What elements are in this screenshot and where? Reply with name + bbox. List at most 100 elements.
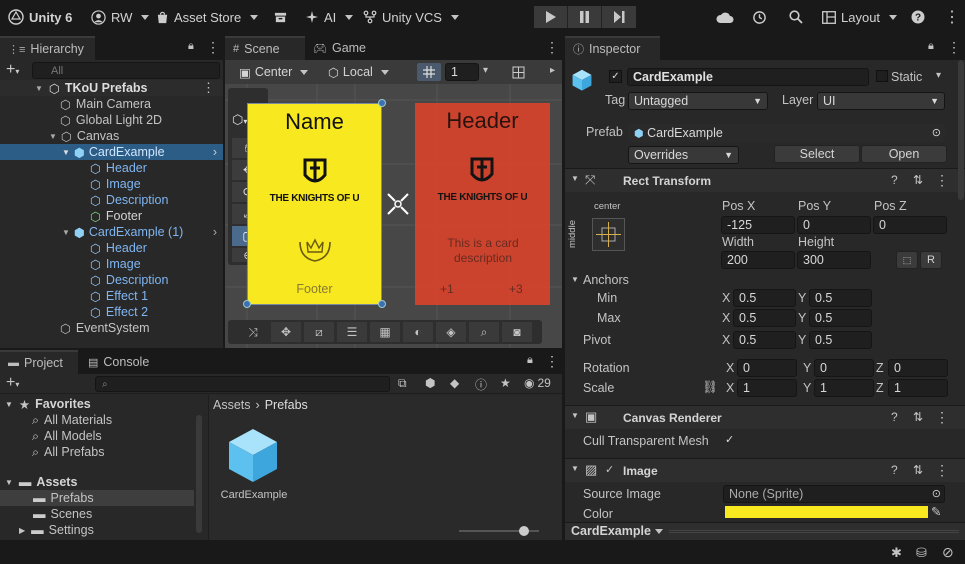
hierarchy-search-input[interactable]: All [32, 62, 220, 79]
tab-game[interactable]: 🎮︎ Game [305, 36, 375, 60]
space-mode-dropdown[interactable]: ⬡ Local [328, 63, 389, 81]
lock-icon[interactable]: 🔒︎ [527, 354, 533, 367]
pos-z-field[interactable]: 0 [873, 216, 947, 234]
zoom-slider-thumb[interactable] [519, 526, 529, 536]
layout-dropdown[interactable]: Layout [822, 0, 897, 34]
hierarchy-item-cardexample[interactable]: ▼ ⬢ CardExample › [0, 144, 223, 160]
tree-scrollbar[interactable] [196, 415, 202, 533]
favorite-item[interactable]: ⌕ All Models [0, 428, 206, 444]
component-more-icon[interactable]: ⋮ [935, 409, 949, 426]
inspector-more-icon[interactable]: ⋮ [947, 39, 961, 56]
breadcrumb-root[interactable]: Assets [213, 398, 251, 412]
tool-rect-transform[interactable]: ⤨ [238, 322, 268, 342]
height-field[interactable]: 300 [797, 251, 871, 269]
visibility-count[interactable]: ◉ 29 [524, 376, 551, 390]
asset-store-dropdown[interactable]: Asset Store [156, 0, 258, 34]
tool-grid-snap[interactable]: ▦ [370, 322, 400, 342]
chevron-right-icon[interactable]: › [213, 225, 217, 239]
hierarchy-item-main-camera[interactable]: ⬡ Main Camera [0, 96, 223, 112]
step-button[interactable] [602, 6, 636, 28]
layer-dropdown[interactable]: UI ▼ [817, 92, 945, 110]
blueprint-mode-button[interactable]: ⬚ [896, 251, 918, 269]
zoom-slider[interactable] [459, 526, 539, 536]
view-options-button[interactable]: ⬡▾ [232, 112, 247, 128]
project-more-icon[interactable]: ⋮ [545, 353, 559, 370]
image-component-header[interactable]: ▼ ▨ ✓ Image ? ⇅ ⋮ [565, 458, 965, 482]
project-add-button[interactable]: +▾ [6, 374, 19, 392]
bug-icon[interactable]: ✱ [891, 545, 902, 561]
tab-hierarchy[interactable]: ⋮≡ Hierarchy [0, 36, 95, 60]
raw-edit-button[interactable]: R [920, 251, 942, 269]
rotation-x-field[interactable]: 0 [737, 359, 797, 377]
grid-dropdown-arrow[interactable]: ▾ [483, 65, 488, 76]
expand-arrow-icon[interactable]: ▶ [19, 526, 25, 535]
cull-transparent-mesh-checkbox[interactable]: ✓ [725, 434, 738, 447]
selection-handle-top[interactable] [378, 99, 386, 107]
folder-item-prefabs[interactable]: ▬ Prefabs [0, 490, 194, 506]
hierarchy-more-icon[interactable]: ⋮ [206, 39, 220, 56]
scene-view[interactable]: ▣Center ⬡Local 1 ▾ ▸ ⬡▾ ✋︎ ✥ ⟳ ⤢ ▢ ⊕ Nam… [225, 60, 562, 348]
hierarchy-item-description[interactable]: ⬡ Description [0, 192, 223, 208]
search-button[interactable] [789, 0, 803, 34]
object-name-input[interactable]: CardExample [627, 68, 869, 86]
tool-layers[interactable]: ◈ [436, 322, 466, 342]
unity-menu[interactable]: Unity 6 [8, 0, 72, 34]
asset-item[interactable]: CardExample [219, 425, 289, 505]
help-icon[interactable]: ? [891, 173, 898, 187]
target-icon[interactable]: ⊙ [932, 125, 941, 141]
preset-icon[interactable]: ⇅ [913, 173, 923, 187]
vcs-dropdown[interactable]: Unity VCS [363, 0, 459, 34]
prefab-field[interactable]: ⬢ CardExample ⊙ [628, 124, 945, 142]
hierarchy-item-description-2[interactable]: ⬡ Description [0, 272, 223, 288]
hierarchy-item-image[interactable]: ⬡ Image [0, 176, 223, 192]
folder-item-scenes[interactable]: ▬ Scenes [0, 506, 206, 522]
rect-transform-header[interactable]: ▼ ⤧ Rect Transform ? ⇅ ⋮ [565, 168, 965, 192]
expand-arrow-icon[interactable]: ▼ [5, 400, 13, 409]
width-field[interactable]: 200 [721, 251, 795, 269]
footer-resize-handle[interactable] [669, 530, 959, 533]
lock-icon[interactable]: 🔒︎ [188, 40, 194, 53]
selection-handle-bottom[interactable] [378, 300, 386, 308]
favorites-row[interactable]: ▼ ★ Favorites [0, 396, 206, 412]
hierarchy-item-effect-2[interactable]: ⬡ Effect 2 [0, 304, 223, 320]
folder-item-settings[interactable]: ▶ ▬ Settings [0, 522, 206, 538]
tab-console[interactable]: ▤ Console [80, 350, 160, 374]
expand-arrow-icon[interactable]: ▼ [49, 132, 57, 141]
tag-dropdown[interactable]: Untagged ▼ [628, 92, 768, 110]
static-checkbox[interactable] [876, 70, 888, 82]
scale-y-field[interactable]: 1 [814, 379, 874, 397]
help-button[interactable]: ? [911, 0, 925, 34]
overlay-more-arrow[interactable]: ▸ [550, 65, 555, 76]
ai-dropdown[interactable]: AI [305, 0, 353, 34]
tool-move[interactable]: ✥ [271, 322, 301, 342]
pos-x-field[interactable]: -125 [721, 216, 795, 234]
grid-toggle-button[interactable] [417, 63, 441, 81]
static-dropdown-arrow[interactable]: ▾ [936, 70, 941, 81]
target-icon[interactable]: ⊙ [932, 486, 941, 502]
filter-type-icon[interactable]: ⧉ [398, 376, 407, 391]
hierarchy-item-header[interactable]: ⬡ Header [0, 160, 223, 176]
favorite-item[interactable]: ⌕ All Prefabs [0, 444, 206, 460]
help-icon[interactable]: ? [891, 463, 898, 477]
footer-object-dropdown[interactable]: CardExample [571, 524, 663, 538]
grid-size-input[interactable]: 1 [445, 63, 479, 81]
filter-label-icon[interactable]: ⬢ [425, 376, 435, 390]
expand-arrow-icon[interactable]: ▼ [62, 148, 70, 157]
card-name[interactable]: Name THE KNIGHTS OF U Footer [247, 103, 382, 305]
package-button[interactable] [274, 0, 287, 34]
hierarchy-item-cardexample-1[interactable]: ▼ ⬢ CardExample (1) › [0, 224, 223, 240]
link-icon[interactable]: ⛓ [702, 380, 718, 395]
preset-icon[interactable]: ⇅ [913, 463, 923, 477]
project-search-input[interactable]: ⌕ [95, 376, 390, 392]
info-icon[interactable]: ⓘ [475, 376, 487, 393]
min-y-field[interactable]: 0.5 [809, 289, 872, 307]
preset-icon[interactable]: ⇅ [913, 410, 923, 424]
star-icon[interactable]: ★ [500, 376, 511, 390]
hierarchy-item-canvas[interactable]: ▼ ⬡ Canvas [0, 128, 223, 144]
tab-project[interactable]: ▬ Project [0, 350, 78, 374]
expand-arrow-icon[interactable]: ▼ [5, 478, 13, 487]
snap-button[interactable] [507, 63, 529, 81]
tool-lighting[interactable]: ◐ [403, 322, 433, 342]
hierarchy-item-global-light[interactable]: ⬡ Global Light 2D [0, 112, 223, 128]
rotation-y-field[interactable]: 0 [814, 359, 874, 377]
